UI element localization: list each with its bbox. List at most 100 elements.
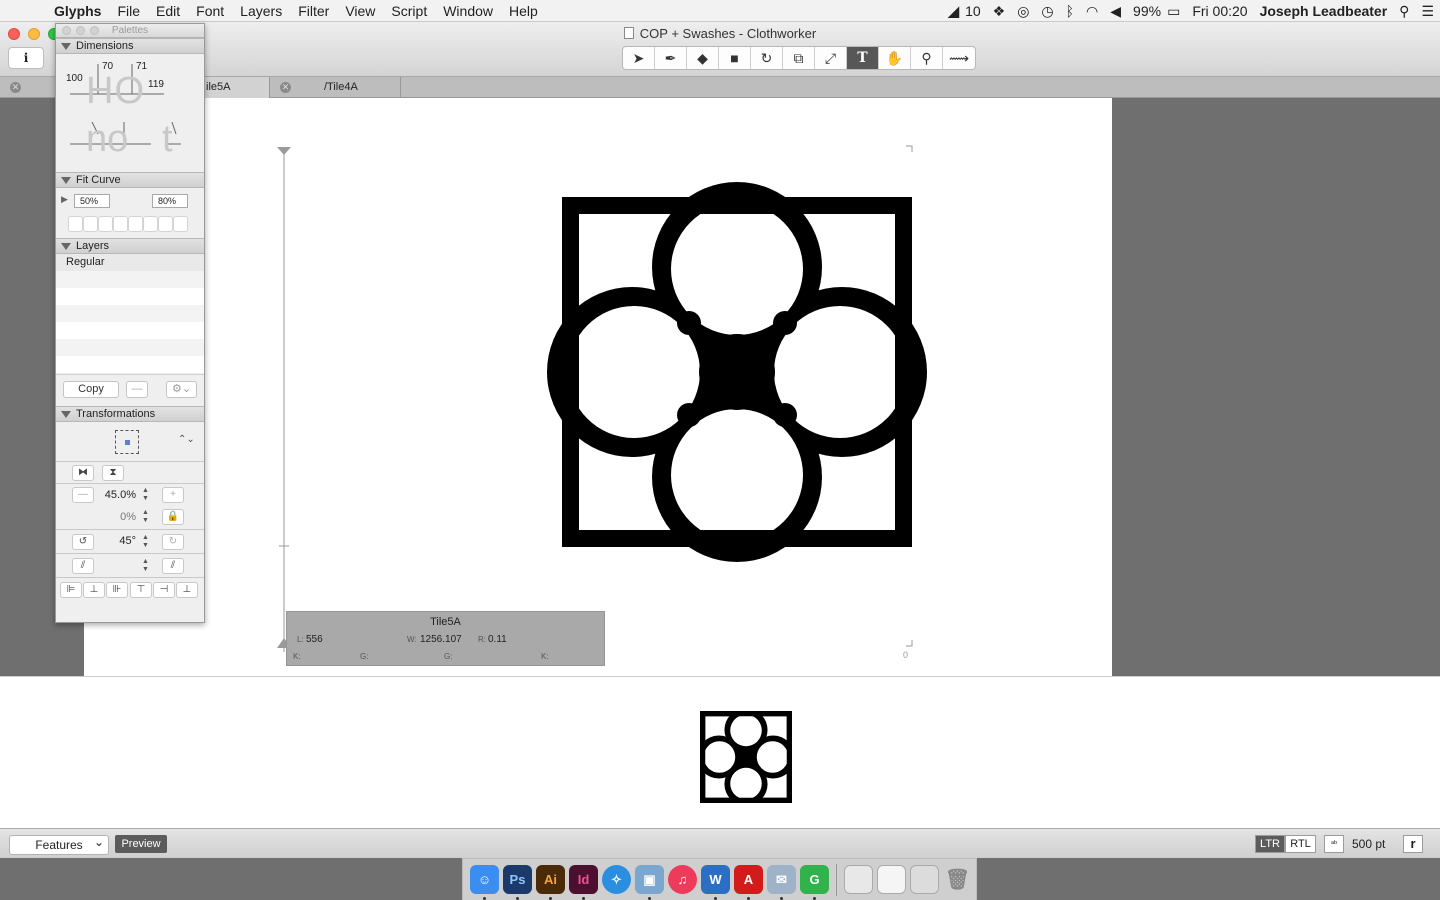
finder-icon[interactable]: ☺ xyxy=(470,865,499,900)
menu-app-name[interactable]: Glyphs xyxy=(46,0,109,22)
scale-up-button[interactable]: + xyxy=(162,487,184,503)
flip-horizontal-icon[interactable]: ⧓ xyxy=(72,465,94,481)
menu-file[interactable]: File xyxy=(109,0,148,22)
user-name[interactable]: Joseph Leadbeater xyxy=(1254,3,1394,19)
measure-tool-icon[interactable]: ⟿ xyxy=(943,47,975,69)
dim-stem-o[interactable]: 71 xyxy=(136,61,147,72)
menu-filter[interactable]: Filter xyxy=(290,0,337,22)
fit-curve-min-input[interactable]: 50% xyxy=(74,194,110,208)
rtl-button[interactable]: RTL xyxy=(1285,835,1316,853)
clock[interactable]: Fri 00:20 xyxy=(1186,3,1253,19)
copy-layer-button[interactable]: Copy xyxy=(63,381,119,398)
fit-curve-button[interactable] xyxy=(83,216,98,232)
spotlight-icon[interactable]: ⚲ xyxy=(1393,3,1415,20)
menu-script[interactable]: Script xyxy=(383,0,435,22)
fit-curve-max-input[interactable]: 80% xyxy=(152,194,188,208)
mail-icon[interactable]: ✉ xyxy=(767,865,796,900)
dimensions-header[interactable]: Dimensions xyxy=(56,38,204,54)
time-machine-icon[interactable]: ◷ xyxy=(1035,3,1059,20)
slant-stepper-icon[interactable]: ▲ ▼ xyxy=(141,558,150,574)
align-right-icon[interactable]: ⊪ xyxy=(106,582,128,598)
align-top-icon[interactable]: ⊤ xyxy=(130,582,152,598)
left-kerning-group[interactable]: K: xyxy=(293,652,301,661)
glyph-width[interactable]: 1256.107 xyxy=(420,634,462,645)
battery-percent[interactable]: 99% xyxy=(1127,3,1167,19)
layer-item-regular[interactable]: Regular xyxy=(56,254,204,271)
scale-down-button[interactable]: — xyxy=(72,487,94,503)
tab-tile4a[interactable]: ✕ /Tile4A xyxy=(270,77,401,98)
transformations-header[interactable]: Transformations xyxy=(56,406,204,422)
align-left-icon[interactable]: ⊫ xyxy=(60,582,82,598)
hand-tool-icon[interactable]: ✋ xyxy=(879,47,911,69)
dim-stem-h[interactable]: 70 xyxy=(102,61,113,72)
scale-tool-icon[interactable]: ⧉ xyxy=(783,47,815,69)
photoshop-icon[interactable]: Ps xyxy=(503,865,532,900)
origin-stepper-icon[interactable]: ⌃⌄ xyxy=(178,434,195,445)
menu-view[interactable]: View xyxy=(337,0,383,22)
menu-help[interactable]: Help xyxy=(501,0,546,22)
draw-tool-icon[interactable]: ✒ xyxy=(655,47,687,69)
align-bottom-icon[interactable]: ⊥ xyxy=(176,582,198,598)
edit-canvas[interactable]: 0 Tile5A L: 556 W: 1256.107 R: 0.11 K: G… xyxy=(84,98,1112,676)
transform-origin-icon[interactable] xyxy=(115,430,139,454)
illustrator-icon[interactable]: Ai xyxy=(536,865,565,900)
select-tool-icon[interactable]: ➤ xyxy=(623,47,655,69)
minimize-panel-icon[interactable] xyxy=(76,26,85,35)
fit-curve-disclosure-icon[interactable]: ▶ xyxy=(61,194,68,205)
preview-area[interactable] xyxy=(0,676,1440,828)
rectangle-tool-icon[interactable]: ■ xyxy=(719,47,751,69)
knife-tool-icon[interactable]: ⤢ xyxy=(815,47,847,69)
right-sidebearing[interactable]: 0.11 xyxy=(488,634,507,645)
close-tab-icon[interactable]: ✕ xyxy=(280,82,291,93)
reporter-toggle-icon[interactable]: r xyxy=(1403,835,1423,853)
trash-icon[interactable]: 🗑 xyxy=(943,865,972,894)
bluetooth-icon[interactable]: ᛒ xyxy=(1060,3,1080,19)
battery-icon[interactable]: ▭ xyxy=(1167,3,1186,20)
scale-stepper-icon[interactable]: ▲ ▼ xyxy=(141,487,150,503)
fit-curve-button[interactable] xyxy=(128,216,143,232)
tile5a-glyph[interactable] xyxy=(547,182,927,562)
layers-header[interactable]: Layers xyxy=(56,238,204,254)
minimized-window-icon[interactable] xyxy=(844,865,873,894)
rotate-tool-icon[interactable]: ↻ xyxy=(751,47,783,69)
features-select[interactable]: Features xyxy=(9,833,109,855)
dropbox-icon[interactable]: ❖ xyxy=(987,3,1012,20)
indesign-icon[interactable]: Id xyxy=(569,865,598,900)
fit-curve-button[interactable] xyxy=(158,216,173,232)
minimized-window-icon[interactable] xyxy=(877,865,906,894)
scale-secondary-stepper-icon[interactable]: ▲ ▼ xyxy=(141,509,150,525)
scale-value[interactable]: 45.0% xyxy=(98,489,136,501)
word-icon[interactable]: W xyxy=(701,865,730,900)
layer-options-gear-icon[interactable]: ⚙⌄ xyxy=(166,381,197,398)
flip-vertical-icon[interactable]: ⧗ xyxy=(102,465,124,481)
itunes-icon[interactable]: ♫ xyxy=(668,865,697,894)
right-kerning-group[interactable]: K: xyxy=(541,652,549,661)
fit-curve-button[interactable] xyxy=(68,216,83,232)
rotate-stepper-icon[interactable]: ▲ ▼ xyxy=(141,534,150,550)
ltr-button[interactable]: LTR xyxy=(1255,835,1285,853)
safari-icon[interactable]: ✧ xyxy=(602,865,631,894)
creative-cloud-icon[interactable]: ◎ xyxy=(1011,3,1035,20)
glyphs-icon[interactable]: G xyxy=(800,865,829,900)
fit-curve-button[interactable] xyxy=(98,216,113,232)
slant-right-icon[interactable]: ⫽ xyxy=(162,558,184,574)
slant-left-icon[interactable]: ⫽ xyxy=(72,558,94,574)
menu-edit[interactable]: Edit xyxy=(148,0,188,22)
tab-first[interactable]: ✕ xyxy=(0,77,60,98)
rotate-cw-icon[interactable]: ↻ xyxy=(162,534,184,550)
menu-window[interactable]: Window xyxy=(435,0,501,22)
info-button[interactable]: i xyxy=(8,47,44,69)
vertical-text-icon[interactable]: ᵃᵇ xyxy=(1324,835,1344,853)
eraser-tool-icon[interactable]: ◆ xyxy=(687,47,719,69)
rotate-ccw-icon[interactable]: ↺ xyxy=(72,534,94,550)
notification-center-icon[interactable]: ☰ xyxy=(1415,3,1440,20)
dim-cap-height[interactable]: 100 xyxy=(66,73,83,84)
zoom-tool-icon[interactable]: ⚲ xyxy=(911,47,943,69)
rotate-value[interactable]: 45° xyxy=(98,535,136,547)
menu-layers[interactable]: Layers xyxy=(232,0,290,22)
fit-curve-button[interactable] xyxy=(113,216,128,232)
volume-icon[interactable]: ◀ xyxy=(1104,3,1127,20)
text-tool-icon[interactable]: T xyxy=(847,47,879,69)
glyph-name[interactable]: Tile5A xyxy=(287,616,604,628)
preview-icon[interactable]: ▣ xyxy=(635,865,664,900)
